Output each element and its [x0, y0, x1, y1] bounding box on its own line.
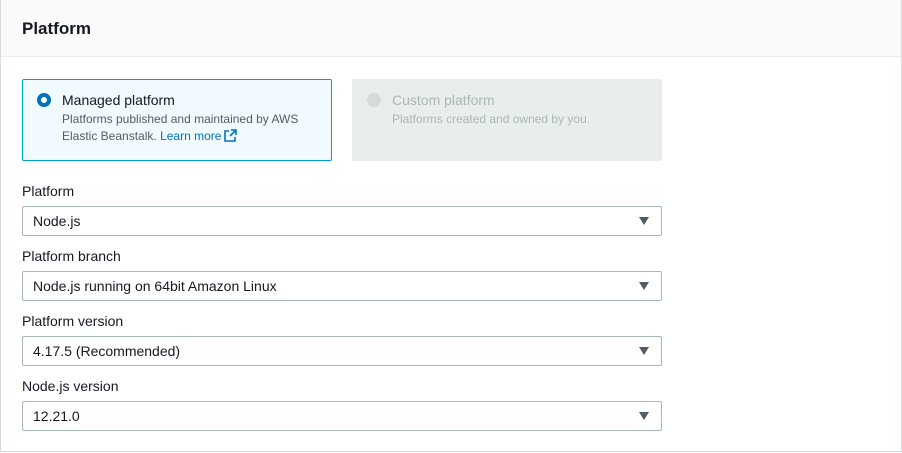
- nodejs-version-select-value: 12.21.0: [33, 408, 80, 424]
- platform-version-label: Platform version: [22, 313, 124, 329]
- nodejs-version-label: Node.js version: [22, 378, 119, 394]
- managed-platform-title: Managed platform: [62, 92, 175, 108]
- caret-down-icon: [639, 412, 649, 420]
- learn-more-label: Learn more: [160, 129, 222, 143]
- custom-platform-title: Custom platform: [392, 92, 495, 108]
- panel-title: Platform: [22, 19, 91, 38]
- caret-down-icon: [639, 217, 649, 225]
- platform-panel: Platform Managed platform Platforms publ…: [0, 0, 902, 452]
- platform-version-select-value: 4.17.5 (Recommended): [33, 343, 181, 359]
- custom-platform-option: Custom platform Platforms created and ow…: [352, 79, 662, 161]
- platform-label: Platform: [22, 183, 75, 199]
- learn-more-link[interactable]: Learn more: [160, 129, 238, 143]
- nodejs-version-select[interactable]: 12.21.0: [22, 401, 662, 431]
- caret-down-icon: [639, 347, 649, 355]
- managed-platform-radio[interactable]: [37, 93, 51, 107]
- platform-branch-label: Platform branch: [22, 248, 121, 264]
- platform-select[interactable]: Node.js: [22, 206, 662, 236]
- external-link-icon: [224, 129, 238, 147]
- caret-down-icon: [639, 282, 649, 290]
- platform-branch-select[interactable]: Node.js running on 64bit Amazon Linux: [22, 271, 662, 301]
- managed-platform-description: Platforms published and maintained by AW…: [62, 111, 324, 147]
- panel-header: Platform: [1, 0, 901, 57]
- platform-version-select[interactable]: 4.17.5 (Recommended): [22, 336, 662, 366]
- custom-platform-radio: [367, 93, 381, 107]
- managed-platform-option[interactable]: Managed platform Platforms published and…: [22, 79, 332, 161]
- custom-platform-description: Platforms created and owned by you.: [392, 112, 591, 126]
- platform-select-value: Node.js: [33, 213, 81, 229]
- platform-branch-select-value: Node.js running on 64bit Amazon Linux: [33, 278, 277, 294]
